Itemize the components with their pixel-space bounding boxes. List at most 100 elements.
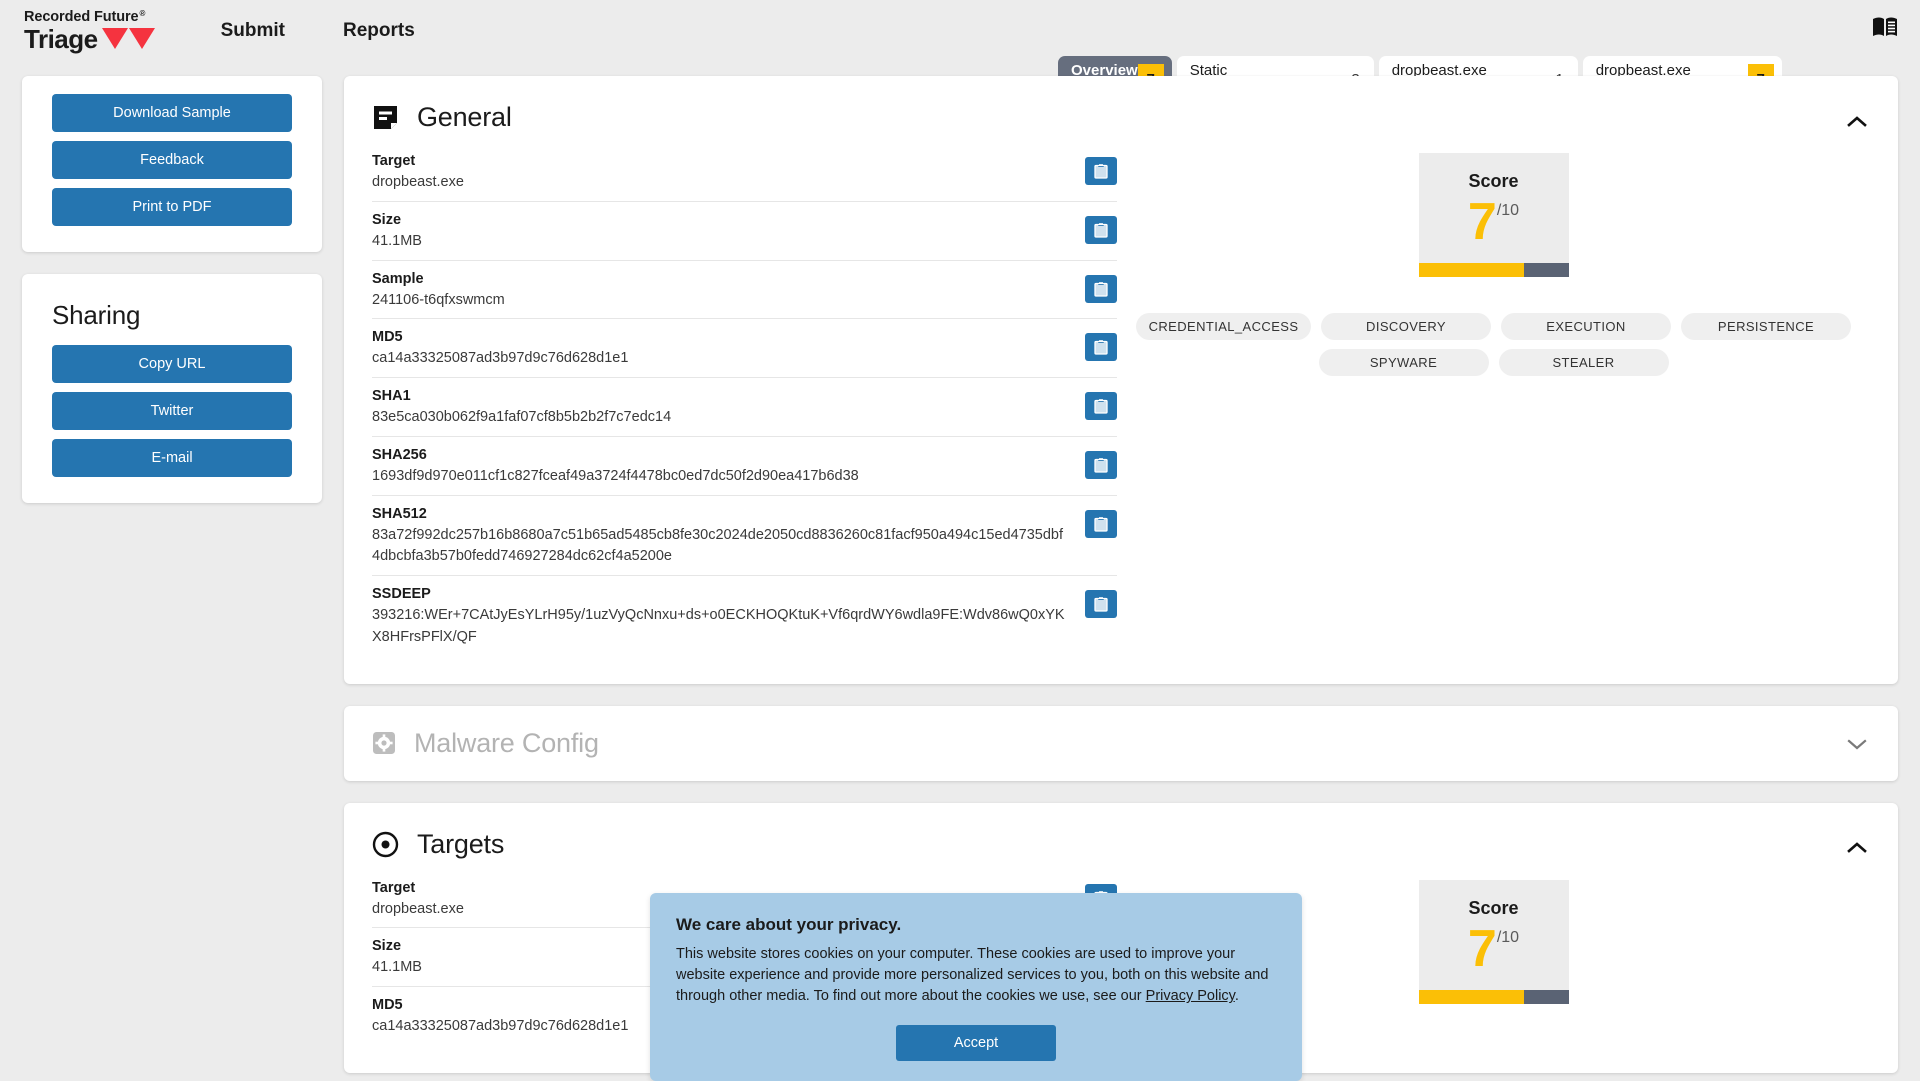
brand-recorded-future-text: Recorded Future bbox=[24, 9, 139, 26]
general-field-target-value: dropbeast.exe bbox=[372, 174, 464, 191]
nav-link-submit[interactable]: Submit bbox=[221, 20, 285, 42]
general-score-denominator: /10 bbox=[1496, 202, 1520, 219]
targets-section-title: Targets bbox=[417, 828, 505, 859]
targets-score-value-wrap: 7 /10 bbox=[1419, 919, 1569, 978]
gear-icon bbox=[372, 731, 396, 755]
general-field-sha512-label: SHA512 bbox=[372, 505, 427, 522]
sharing-section-title: Sharing bbox=[52, 300, 141, 330]
tag-spyware[interactable]: SPYWARE bbox=[1318, 349, 1489, 377]
general-tag-row-2: SPYWARE STEALER bbox=[1318, 349, 1669, 377]
brand-logo-top: Recorded Future ® bbox=[24, 10, 155, 25]
documentation-book-icon[interactable] bbox=[1872, 16, 1898, 43]
cookie-banner-body: This website stores cookies on your comp… bbox=[676, 944, 1276, 1007]
general-field-sha512-value: 83a72f992dc257b16b8680a7c51b65ad5485cb8f… bbox=[372, 526, 1064, 565]
tag-credential-access[interactable]: CREDENTIAL_ACCESS bbox=[1136, 313, 1311, 341]
copy-target-button[interactable] bbox=[1085, 157, 1117, 185]
targets-score-label: Score bbox=[1468, 897, 1519, 918]
general-section-title: General bbox=[417, 102, 512, 132]
general-score-value-wrap: 7 /10 bbox=[1419, 193, 1569, 251]
cookie-banner-title: We care about your privacy. bbox=[676, 915, 902, 934]
print-to-pdf-button[interactable]: Print to PDF bbox=[52, 188, 292, 226]
malware-config-expand-chevron-down-icon[interactable] bbox=[1844, 732, 1870, 758]
general-field-md5-label: MD5 bbox=[372, 329, 403, 346]
cookie-accept-button[interactable]: Accept bbox=[896, 1025, 1056, 1062]
copy-md5-button[interactable] bbox=[1085, 333, 1117, 362]
general-field-sha1: SHA1 83e5ca030b062f9a1faf07cf8b5b2b2f7c7… bbox=[372, 378, 1117, 437]
cookie-consent-banner: We care about your privacy. This website… bbox=[650, 893, 1302, 1081]
brand-logo-bottom: Triage bbox=[24, 26, 155, 52]
general-score-label: Score bbox=[1468, 171, 1519, 191]
targets-score-bar-fill bbox=[1418, 990, 1524, 1005]
target-icon bbox=[372, 831, 399, 858]
brand-triage-text: Triage bbox=[24, 23, 98, 54]
privacy-policy-link[interactable]: Privacy Policy bbox=[1146, 988, 1235, 1004]
cookie-banner-body-suffix: . bbox=[1234, 988, 1239, 1005]
general-field-sha256-label: SHA256 bbox=[372, 446, 427, 463]
general-field-target-label: Target bbox=[372, 153, 416, 169]
targets-score-denominator: /10 bbox=[1496, 928, 1520, 946]
nav-link-reports[interactable]: Reports bbox=[343, 20, 415, 42]
copy-sha1-button[interactable] bbox=[1085, 392, 1117, 421]
brand-triangles-icon bbox=[101, 28, 155, 50]
general-field-sample-label: Sample bbox=[372, 270, 424, 287]
tag-execution[interactable]: EXECUTION bbox=[1501, 313, 1671, 341]
general-section-header: General bbox=[344, 76, 1898, 143]
general-field-sha256-value: 1693df9d970e011cf1c827fceaf49a3724f4478b… bbox=[372, 467, 859, 484]
general-field-size: Size 41.1MB bbox=[372, 202, 1117, 261]
malware-config-section: Malware Config bbox=[344, 705, 1898, 781]
general-score-bar-rest bbox=[1523, 263, 1569, 278]
general-field-ssdeep-label: SSDEEP bbox=[372, 586, 431, 603]
general-field-sha1-value: 83e5ca030b062f9a1faf07cf8b5b2b2f7c7edc14 bbox=[372, 409, 672, 426]
tag-stealer[interactable]: STEALER bbox=[1498, 349, 1669, 377]
general-field-size-value: 41.1MB bbox=[372, 232, 422, 249]
general-tag-list: CREDENTIAL_ACCESS DISCOVERY EXECUTION PE… bbox=[1117, 313, 1870, 385]
general-field-ssdeep: SSDEEP 393216:WEr+7CAtJyEsYLrH95y/1uzVyQ… bbox=[372, 576, 1117, 656]
copy-sha256-button[interactable] bbox=[1085, 450, 1117, 479]
general-score-inner: Score 7 /10 bbox=[1418, 153, 1569, 264]
general-field-size-label: Size bbox=[372, 211, 402, 228]
targets-score-widget: Score 7 /10 bbox=[1418, 879, 1569, 1005]
malware-config-section-title: Malware Config bbox=[414, 727, 599, 758]
targets-score-value: 7 bbox=[1467, 919, 1497, 978]
copy-sha512-button[interactable] bbox=[1085, 509, 1117, 538]
general-field-sha512: SHA512 83a72f992dc257b16b8680a7c51b65ad5… bbox=[372, 496, 1117, 577]
malware-config-section-header[interactable]: Malware Config bbox=[344, 706, 1898, 781]
general-score-and-tags: Score 7 /10 CREDENTIAL_ACCESS DISCOVERY … bbox=[1117, 143, 1870, 656]
feedback-button[interactable]: Feedback bbox=[52, 141, 292, 179]
cookie-banner-actions: Accept bbox=[676, 1025, 1276, 1062]
download-sample-button[interactable]: Download Sample bbox=[52, 94, 292, 132]
general-score-bar-fill bbox=[1418, 263, 1524, 278]
general-section-body: Target dropbeast.exe Size 41.1MB Sample … bbox=[344, 143, 1898, 684]
sidebar-sharing-card: Sharing Copy URL Twitter E-mail bbox=[22, 274, 322, 503]
general-score-value: 7 bbox=[1467, 193, 1497, 251]
email-share-button[interactable]: E-mail bbox=[52, 439, 292, 477]
targets-score-inner: Score 7 /10 bbox=[1418, 879, 1569, 991]
general-field-sample: Sample 241106-t6qfxswmcm bbox=[372, 261, 1117, 320]
copy-ssdeep-button[interactable] bbox=[1085, 590, 1117, 619]
general-section: General Target dropbeast.exe Size 41.1MB… bbox=[344, 76, 1898, 684]
general-field-target: Target dropbeast.exe bbox=[372, 143, 1117, 202]
brand-registered-mark: ® bbox=[139, 9, 146, 19]
general-field-sha256: SHA256 1693df9d970e011cf1c827fceaf49a372… bbox=[372, 437, 1117, 496]
targets-score-bar-rest bbox=[1523, 990, 1569, 1005]
targets-section-header: Targets bbox=[344, 803, 1898, 870]
top-navigation-bar: Recorded Future ® Triage Submit Reports bbox=[0, 0, 1920, 62]
copy-url-button[interactable]: Copy URL bbox=[52, 345, 292, 383]
brand-logo[interactable]: Recorded Future ® Triage bbox=[22, 10, 155, 52]
general-field-md5-value: ca14a33325087ad3b97d9c76d628d1e1 bbox=[372, 350, 629, 367]
general-field-sample-value: 241106-t6qfxswmcm bbox=[372, 291, 505, 308]
targets-score-bar bbox=[1418, 990, 1569, 1005]
general-field-ssdeep-value: 393216:WEr+7CAtJyEsYLrH95y/1uzVyQcNnxu+d… bbox=[372, 607, 1065, 645]
tag-discovery[interactable]: DISCOVERY bbox=[1321, 313, 1491, 341]
twitter-share-button[interactable]: Twitter bbox=[52, 392, 292, 430]
copy-size-button[interactable] bbox=[1085, 215, 1117, 244]
general-tag-row-1: CREDENTIAL_ACCESS DISCOVERY EXECUTION PE… bbox=[1136, 313, 1851, 341]
general-section-collapse-chevron-up-icon[interactable] bbox=[1844, 108, 1870, 134]
report-document-icon bbox=[372, 104, 399, 131]
sidebar-actions-card: Download Sample Feedback Print to PDF bbox=[22, 76, 322, 252]
general-score-bar bbox=[1418, 263, 1569, 278]
tag-persistence[interactable]: PERSISTENCE bbox=[1681, 313, 1851, 341]
copy-sample-button[interactable] bbox=[1085, 274, 1117, 303]
targets-section-collapse-chevron-up-icon[interactable] bbox=[1844, 835, 1870, 861]
general-field-list: Target dropbeast.exe Size 41.1MB Sample … bbox=[372, 143, 1117, 656]
